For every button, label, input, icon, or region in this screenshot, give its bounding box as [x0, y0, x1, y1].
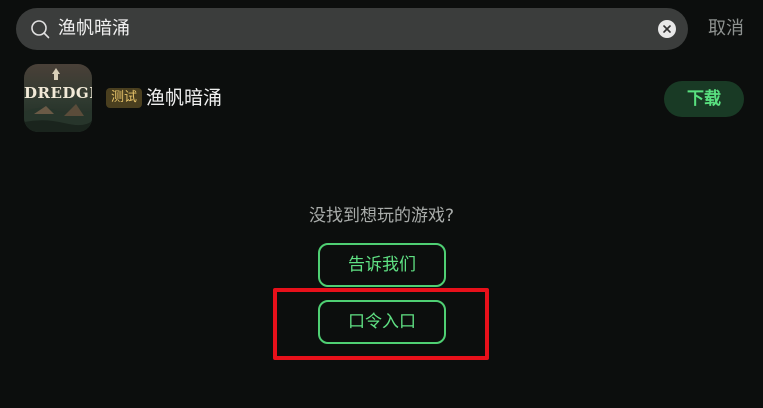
- search-page: 取消 DREDGE 测试 渔帆暗涌 下载 没找到想玩的游戏? 告诉我们 口令入口: [0, 0, 763, 408]
- search-input[interactable]: [58, 8, 618, 50]
- test-badge: 测试: [106, 88, 143, 108]
- code-entry-button[interactable]: 口令入口: [318, 300, 446, 344]
- game-icon[interactable]: DREDGE: [24, 64, 92, 132]
- search-result-item[interactable]: DREDGE 测试 渔帆暗涌 下载: [24, 64, 744, 132]
- clear-icon[interactable]: [658, 20, 676, 38]
- search-icon: [31, 20, 50, 39]
- tell-us-button[interactable]: 告诉我们: [318, 243, 446, 287]
- game-icon-logo: DREDGE: [24, 84, 92, 102]
- game-title[interactable]: 渔帆暗涌: [146, 85, 222, 111]
- search-bar[interactable]: [16, 8, 688, 50]
- not-found-message: 没找到想玩的游戏?: [308, 206, 455, 226]
- cancel-button[interactable]: 取消: [708, 17, 744, 41]
- download-button[interactable]: 下载: [664, 81, 744, 117]
